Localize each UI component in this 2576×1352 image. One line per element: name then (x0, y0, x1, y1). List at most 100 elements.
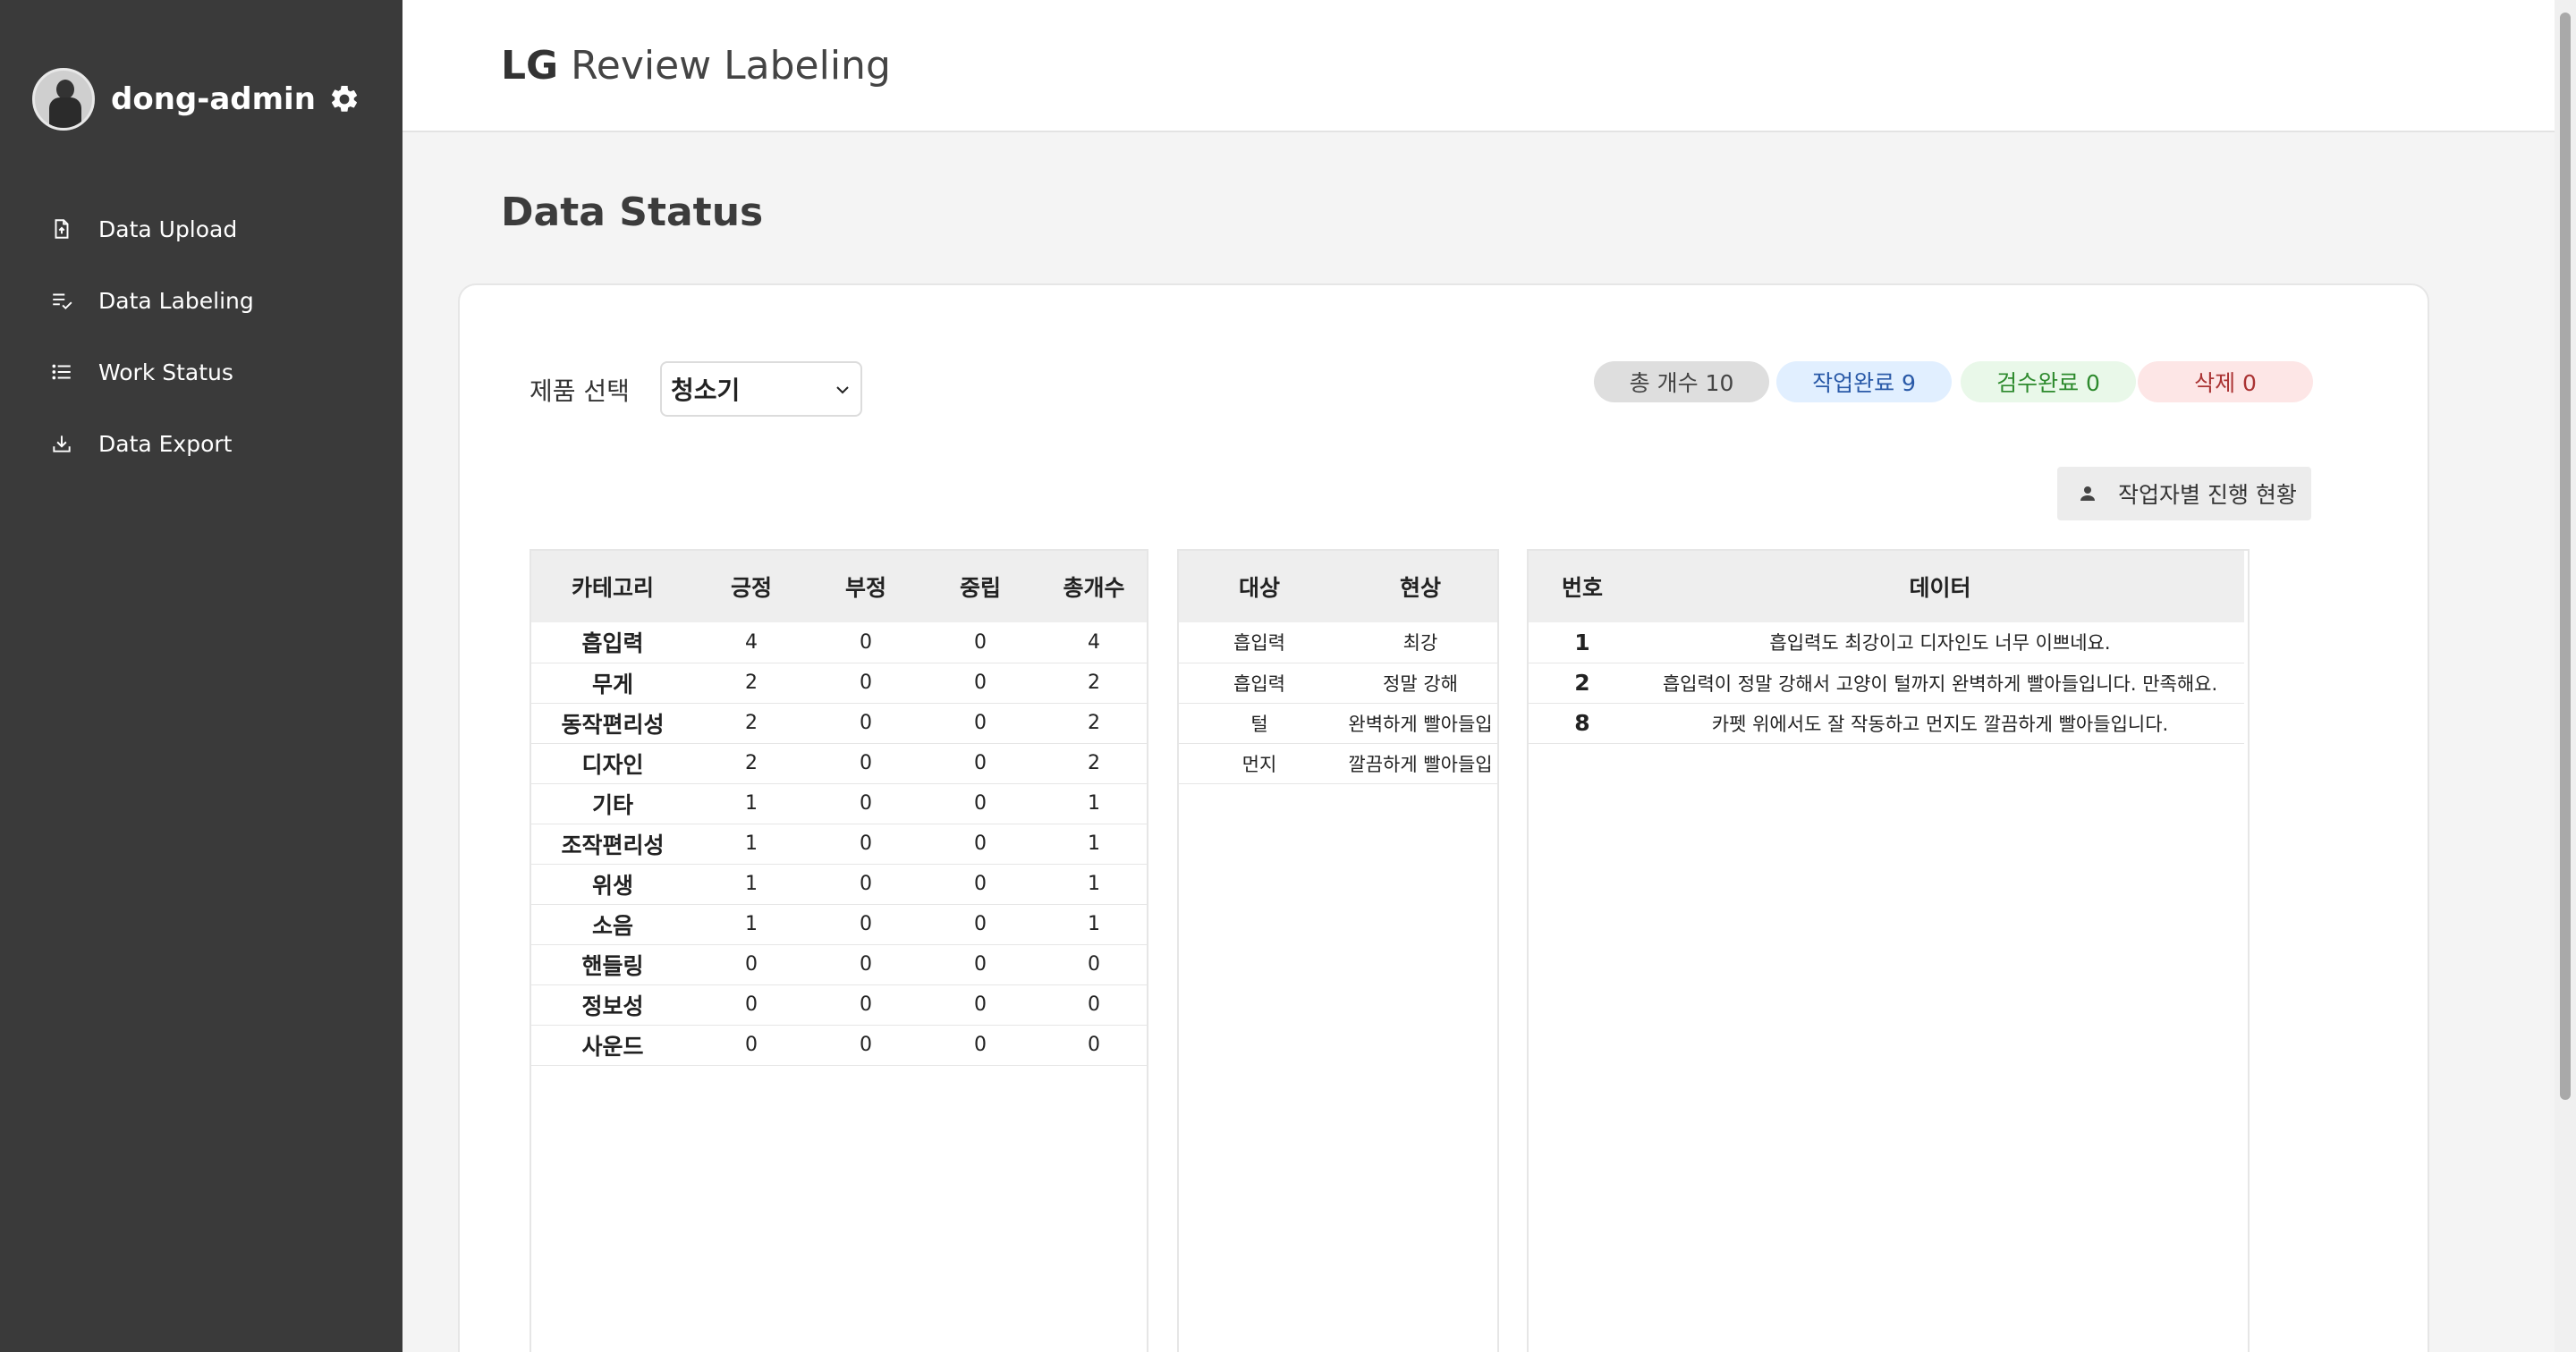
total-count-badge: 총 개수 10 (1594, 361, 1769, 402)
table-header-row: 카테고리 긍정 부정 중립 총개수 (531, 551, 1147, 622)
sidebar-item-data-export[interactable]: Data Export (0, 408, 402, 479)
table-cell: 먼지 (1241, 753, 1277, 775)
product-select-label: 제품 선택 (530, 376, 630, 406)
table-row[interactable]: 동작편리성 2 0 0 2 (531, 703, 1147, 743)
product-select[interactable]: 청소기 (660, 361, 862, 417)
table-row[interactable]: 8 카펫 위에서도 잘 작동하고 먼지도 깔끔하게 빨아들입니다. (1529, 703, 2244, 743)
table-cell: 1 (1088, 873, 1100, 895)
table-row[interactable]: 디자인 2 0 0 2 (531, 743, 1147, 783)
table-cell: 0 (860, 993, 872, 1016)
deleted-badge: 삭제 0 (2138, 361, 2313, 402)
scrollbar-thumb[interactable] (2560, 13, 2571, 1100)
work-done-badge: 작업완료 9 (1776, 361, 1952, 402)
table-row[interactable]: 흡입력 4 0 0 4 (531, 622, 1147, 663)
table-cell: 정보성 (581, 993, 644, 1019)
table-row[interactable]: 조작편리성 1 0 0 1 (531, 824, 1147, 864)
table-row[interactable]: 털 완벽하게 빨아들입 (1179, 703, 1497, 743)
table-row[interactable]: 흡입력 최강 (1179, 622, 1497, 663)
sidebar-item-data-labeling[interactable]: Data Labeling (0, 265, 402, 336)
worker-progress-label: 작업자별 진행 현황 (2118, 482, 2297, 508)
table-cell: 0 (745, 1034, 758, 1056)
worker-progress-button[interactable]: 작업자별 진행 현황 (2057, 467, 2311, 520)
table-cell: 0 (860, 913, 872, 935)
app-title: LG Review Labeling (501, 43, 891, 89)
table-row[interactable]: 기타 1 0 0 1 (531, 783, 1147, 824)
table-cell: 2 (745, 752, 758, 774)
table-cell: 0 (974, 993, 987, 1016)
sidebar-item-label: Data Export (98, 430, 233, 457)
column-header: 총개수 (1063, 575, 1125, 601)
table-row[interactable]: 정보성 0 0 0 0 (531, 984, 1147, 1025)
column-header: 카테고리 (571, 575, 654, 601)
table-cell: 0 (974, 832, 987, 855)
chevron-down-icon (836, 386, 849, 394)
table-cell: 2 (745, 712, 758, 734)
gear-icon[interactable] (328, 83, 360, 115)
table-row[interactable]: 흡입력 정말 강해 (1179, 663, 1497, 703)
table-cell: 0 (974, 752, 987, 774)
table-cell: 0 (860, 672, 872, 694)
table-cell: 0 (974, 712, 987, 734)
table-cell: 정말 강해 (1383, 672, 1458, 695)
table-cell: 1 (1088, 832, 1100, 855)
username: dong-admin (111, 81, 316, 117)
table-row[interactable]: 사운드 0 0 0 0 (531, 1025, 1147, 1065)
list-icon (52, 364, 71, 380)
column-header: 중립 (959, 575, 1001, 601)
table-cell: 2 (1088, 672, 1100, 694)
table-cell: 동작편리성 (561, 711, 665, 738)
table-cell: 0 (974, 630, 987, 654)
column-header: 현상 (1399, 575, 1441, 601)
table-cell: 무게 (591, 671, 633, 697)
table-cell: 0 (860, 953, 872, 976)
category-table: 카테고리 긍정 부정 중립 총개수 흡입력 4 0 0 4 무게 2 0 0 2 동작편리성 2 0 0 2 디자인 2… (530, 549, 1148, 1352)
table-cell: 4 (745, 630, 758, 654)
table-cell: 0 (745, 993, 758, 1016)
table-cell: 위생 (591, 872, 633, 899)
table-cell: 기타 (591, 791, 633, 818)
avatar[interactable] (32, 68, 95, 131)
table-cell: 흡입력 (1233, 672, 1285, 695)
table-cell: 0 (860, 792, 872, 815)
product-select-value: 청소기 (671, 376, 741, 405)
table-cell: 흡입력이 정말 강해서 고양이 털까지 완벽하게 빨아들입니다. 만족해요. (1662, 672, 2218, 695)
table-row[interactable]: 소음 1 0 0 1 (531, 904, 1147, 944)
column-header: 긍정 (730, 575, 772, 601)
column-header: 번호 (1561, 575, 1603, 601)
table-row[interactable]: 2 흡입력이 정말 강해서 고양이 털까지 완벽하게 빨아들입니다. 만족해요. (1529, 663, 2244, 703)
table-cell: 0 (860, 630, 872, 654)
table-cell: 깔끔하게 빨아들입 (1348, 753, 1493, 775)
app-brand: LG (501, 43, 559, 89)
table-cell: 디자인 (581, 751, 644, 778)
table-cell: 2 (1088, 752, 1100, 774)
table-cell: 0 (974, 953, 987, 976)
data-table: 번호 데이터 1 흡입력도 최강이고 디자인도 너무 이쁘네요. 2 흡입력이 정말 강… (1527, 549, 2250, 1352)
table-cell: 사운드 (581, 1033, 644, 1060)
table-cell: 카펫 위에서도 잘 작동하고 먼지도 깔끔하게 빨아들입니다. (1711, 713, 2169, 735)
sidebar-item-data-upload[interactable]: Data Upload (0, 193, 402, 265)
table-cell: 완벽하게 빨아들입 (1348, 713, 1493, 735)
person-icon (2080, 486, 2095, 501)
table-row[interactable]: 무게 2 0 0 2 (531, 663, 1147, 703)
download-icon (53, 435, 71, 452)
table-row[interactable]: 1 흡입력도 최강이고 디자인도 너무 이쁘네요. (1529, 622, 2244, 663)
table-cell: 0 (1088, 953, 1100, 976)
table-row[interactable]: 위생 1 0 0 1 (531, 864, 1147, 904)
user-profile: dong-admin (32, 68, 360, 131)
table-cell: 0 (974, 873, 987, 895)
table-row[interactable]: 핸들링 0 0 0 0 (531, 944, 1147, 984)
table-row[interactable]: 먼지 깔끔하게 빨아들입 (1179, 743, 1497, 783)
table-cell: 0 (974, 913, 987, 935)
file-upload-icon (55, 219, 69, 239)
table-cell: 흡입력 (1233, 632, 1285, 655)
table-cell: 0 (1088, 1034, 1100, 1056)
table-cell: 0 (860, 832, 872, 855)
sidebar-item-work-status[interactable]: Work Status (0, 336, 402, 408)
sidebar-item-label: Data Upload (98, 215, 238, 242)
table-cell: 0 (1088, 993, 1100, 1016)
table-cell: 2 (1088, 712, 1100, 734)
column-header: 부정 (844, 575, 886, 601)
table-cell: 0 (860, 1034, 872, 1056)
sidebar: dong-admin Data Upload Data Labeling Wor… (0, 0, 402, 1352)
review-done-badge: 검수완료 0 (1961, 361, 2136, 402)
